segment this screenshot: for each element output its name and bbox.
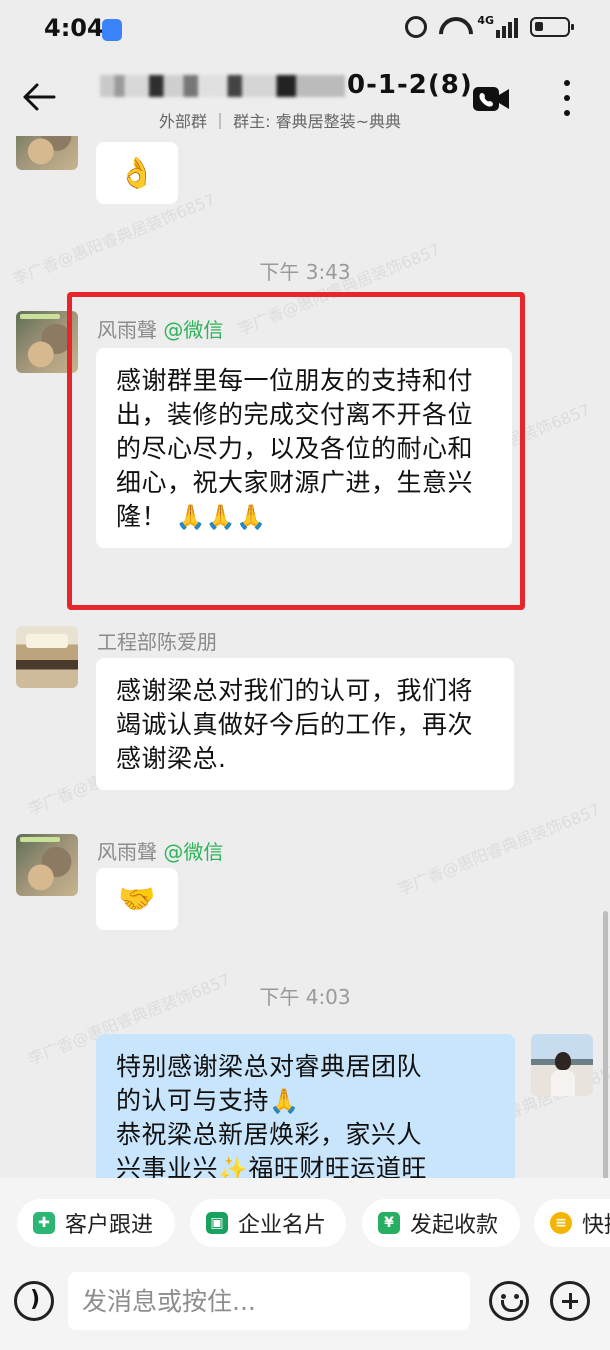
own-message-bubble[interactable]: 特别感谢梁总对睿典居团队 的认可与支持🙏 恭祝梁总新居焕彩，家兴人 兴事业兴✨福… — [96, 1034, 515, 1178]
message-text-line: 兴事业兴✨福旺财旺运道旺 — [116, 1152, 495, 1178]
group-title-suffix: 0-1-2 — [347, 70, 428, 100]
sender-name: 工程部陈爱朋 — [97, 630, 217, 654]
watermark: 李广香@惠阳睿典居装饰6857 — [234, 239, 443, 339]
group-title: 0-1-2(8) — [100, 70, 472, 100]
status-bar: 4:04 4G — [0, 0, 610, 60]
chat-message-list[interactable]: 李广香@惠阳睿典居装饰6857 李广香@惠阳睿典居装饰6857 李广香@惠阳睿典… — [0, 136, 610, 1178]
sender-avatar[interactable] — [16, 834, 78, 896]
message-text-line: 的认可与支持🙏 — [116, 1084, 495, 1118]
payment-icon: ¥ — [378, 1212, 400, 1234]
message-input-bar — [0, 1268, 610, 1350]
sender-name: 风雨聲 @微信 — [97, 314, 223, 343]
message-text-line: 特别感谢梁总对睿典居团队 — [116, 1052, 423, 1081]
voice-input-icon[interactable] — [14, 1281, 54, 1321]
message-bubble[interactable]: 感谢群里每一位朋友的支持和付出，装修的完成交付离不开各位的尽心尽力，以及各位的耐… — [96, 348, 512, 548]
quick-reply-icon: ≡ — [550, 1212, 572, 1234]
message-text: 感谢群里每一位朋友的支持和付出，装修的完成交付离不开各位的尽心尽力，以及各位的耐… — [116, 366, 474, 531]
business-card-icon: ▣ — [206, 1212, 228, 1234]
chip-label: 发起收款 — [410, 1213, 499, 1238]
emoji-icon[interactable] — [489, 1281, 529, 1321]
business-card-button[interactable]: ▣ 企业名片 — [190, 1199, 346, 1247]
own-avatar[interactable] — [531, 1034, 593, 1096]
message-bubble[interactable]: 感谢梁总对我们的认可，我们将竭诚认真做好今后的工作，再次感谢梁总. — [96, 658, 514, 790]
wechat-tag: @微信 — [163, 318, 224, 342]
group-subtitle: 外部群 ｜ 群主: 睿典居整装~典典 — [158, 112, 402, 131]
cell-signal-icon — [496, 16, 518, 38]
watermark: 李广香@惠阳睿典居装饰6857 — [394, 799, 603, 899]
alarm-icon — [405, 16, 428, 38]
sender-avatar[interactable] — [16, 311, 78, 373]
scrollbar[interactable] — [603, 911, 608, 1178]
sender-name-text: 风雨聲 — [97, 840, 157, 864]
wifi-icon — [439, 17, 465, 37]
chip-label: 客户跟进 — [65, 1213, 154, 1238]
status-time: 4:04 — [44, 14, 104, 42]
message-text-line: 恭祝梁总新居焕彩，家兴人 — [116, 1120, 423, 1149]
quick-reply-button[interactable]: ≡ 快捷 — [534, 1199, 610, 1247]
message-timestamp: 下午 3:43 — [259, 260, 351, 284]
network-type: 4G — [477, 14, 494, 27]
message-text: 感谢梁总对我们的认可，我们将竭诚认真做好今后的工作，再次感谢梁总. — [116, 676, 474, 773]
security-shield-icon — [102, 19, 122, 41]
customer-follow-button[interactable]: ✚ 客户跟进 — [17, 1199, 175, 1247]
member-count: (8) — [427, 70, 473, 100]
battery-icon — [530, 17, 574, 37]
back-arrow-icon[interactable] — [22, 82, 56, 112]
message-timestamp: 下午 4:03 — [259, 985, 351, 1009]
chat-header: 0-1-2(8) 外部群 ｜ 群主: 睿典居整装~典典 — [0, 60, 610, 136]
sender-name: 风雨聲 @微信 — [97, 836, 223, 865]
quick-action-bar: ✚ 客户跟进 ▣ 企业名片 ¥ 发起收款 ≡ 快捷 — [0, 1178, 610, 1268]
message-bubble-emoji[interactable]: 👌 — [96, 142, 178, 204]
message-bubble-emoji[interactable]: 🤝 — [96, 868, 178, 930]
sender-avatar[interactable] — [16, 626, 78, 688]
wechat-tag: @微信 — [163, 840, 224, 864]
blurred-group-name — [100, 74, 345, 97]
chip-label: 企业名片 — [238, 1213, 327, 1238]
chip-label: 快捷 — [582, 1213, 610, 1238]
pray-emoji-icon: 🙏 — [269, 1087, 300, 1115]
message-input[interactable] — [68, 1272, 470, 1330]
video-call-icon[interactable] — [473, 86, 509, 112]
payment-button[interactable]: ¥ 发起收款 — [362, 1199, 520, 1247]
plus-icon[interactable] — [550, 1281, 590, 1321]
status-icons: 4G — [405, 14, 574, 38]
sender-name-text: 风雨聲 — [97, 318, 157, 342]
pray-emoji-icon: 🙏🙏🙏 — [175, 503, 267, 531]
customer-follow-icon: ✚ — [33, 1212, 55, 1234]
more-options-icon[interactable] — [560, 80, 574, 116]
sender-avatar[interactable] — [16, 136, 78, 170]
sparkle-emoji-icon: ✨ — [218, 1155, 249, 1178]
